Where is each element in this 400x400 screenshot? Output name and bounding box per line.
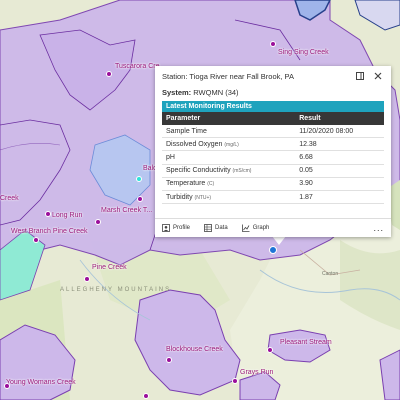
system-value: RWQMN (34) — [193, 88, 239, 97]
profile-label: Profile — [173, 225, 191, 231]
table-row: Turbidity (NTU+) 1.87 — [162, 190, 384, 205]
param-name: pH — [166, 153, 175, 161]
station-marker[interactable] — [137, 196, 143, 202]
table-row: Temperature (C) 3.90 — [162, 177, 384, 191]
system-label: System: — [162, 88, 192, 97]
station-marker[interactable] — [95, 219, 101, 225]
close-icon[interactable] — [372, 70, 384, 82]
param-name: Temperature — [166, 180, 206, 188]
param-unit: (mS/cm) — [232, 168, 252, 175]
result-cell: 12.38 — [295, 137, 384, 152]
table-header-row: Parameter Result — [162, 112, 384, 125]
table-row: pH 6.68 — [162, 150, 384, 165]
station-popup: Station: Tioga River near Fall Brook, PA… — [155, 66, 391, 237]
param-name: Turbidity — [166, 193, 193, 201]
result-cell: 11/20/2020 08:00 — [295, 125, 384, 139]
popup-title: Station: Tioga River near Fall Brook, PA — [162, 71, 295, 81]
station-marker[interactable] — [45, 211, 51, 217]
station-marker[interactable] — [143, 393, 149, 399]
column-header-result: Result — [295, 112, 384, 125]
profile-button[interactable]: Profile — [162, 224, 190, 232]
label-grays-run: Grays Run — [240, 369, 274, 376]
data-label: Data — [215, 225, 228, 231]
param-name: Dissolved Oxygen — [166, 140, 223, 148]
param-cell: Turbidity (NTU+) — [162, 190, 296, 205]
popup-body: System: RWQMN (34) Latest Monitoring Res… — [155, 86, 391, 205]
station-marker[interactable] — [33, 237, 39, 243]
graph-label: Graph — [252, 225, 270, 231]
station-marker[interactable] — [106, 71, 112, 77]
station-marker[interactable] — [267, 347, 273, 353]
selected-station-marker[interactable] — [269, 246, 277, 254]
town-canton: Canton — [322, 271, 339, 277]
param-name: Specific Conductivity — [166, 167, 231, 175]
station-marker[interactable] — [166, 357, 172, 363]
column-header-parameter: Parameter — [162, 112, 296, 125]
label-long-run: Long Run — [52, 212, 83, 219]
popup-header: Station: Tioga River near Fall Brook, PA — [155, 66, 391, 86]
result-cell: 6.68 — [295, 150, 384, 165]
station-marker[interactable] — [4, 383, 10, 389]
system-line: System: RWQMN (34) — [162, 88, 384, 97]
station-marker[interactable] — [270, 41, 276, 47]
table-row: Specific Conductivity (mS/cm) 0.05 — [162, 164, 384, 178]
table-icon — [204, 224, 212, 232]
result-cell: 3.90 — [295, 177, 384, 191]
label-sing-sing: Sing Sing Creek — [278, 49, 329, 56]
param-unit: (mg/L) — [224, 141, 239, 148]
table-row: Dissolved Oxygen (mg/L) 12.38 — [162, 137, 384, 152]
more-options-button[interactable]: ... — [373, 223, 384, 233]
data-button[interactable]: Data — [204, 224, 228, 232]
param-cell: Dissolved Oxygen (mg/L) — [162, 137, 296, 152]
result-cell: 1.87 — [295, 190, 384, 205]
param-unit: (NTU+) — [194, 194, 212, 201]
param-cell: pH — [162, 150, 296, 165]
label-young-womans: Young Womans Creek — [6, 379, 76, 386]
station-marker[interactable] — [232, 378, 238, 384]
param-name: Sample Time — [166, 127, 207, 135]
graph-button[interactable]: Graph — [241, 224, 270, 232]
station-marker[interactable] — [84, 276, 90, 282]
label-creek: Creek — [0, 195, 19, 202]
param-unit: (C) — [207, 181, 215, 188]
label-pleasant-stream: Pleasant Stream — [280, 339, 332, 346]
param-cell: Specific Conductivity (mS/cm) — [162, 164, 296, 178]
station-marker[interactable] — [136, 176, 142, 182]
result-cell: 0.05 — [295, 164, 384, 178]
results-title: Latest Monitoring Results — [162, 101, 384, 112]
label-pine-creek: Pine Creek — [92, 264, 127, 271]
dock-icon[interactable] — [354, 70, 366, 82]
table-row: Sample Time 11/20/2020 08:00 — [162, 125, 384, 139]
region-label: ALLEGHENY MOUNTAINS — [60, 287, 172, 293]
graph-icon — [241, 224, 250, 232]
label-blockhouse: Blockhouse Creek — [166, 346, 223, 353]
results-table: Parameter Result Sample Time 11/20/2020 … — [162, 112, 384, 205]
param-cell: Temperature (C) — [162, 177, 296, 191]
param-cell: Sample Time — [162, 125, 296, 139]
profile-icon — [162, 224, 170, 232]
popup-footer: Profile Data Graph ... — [155, 218, 391, 237]
popup-pointer — [272, 236, 286, 245]
label-marsh-creek: Marsh Creek T... — [101, 207, 153, 214]
label-west-branch: West Branch Pine Creek — [11, 228, 88, 235]
